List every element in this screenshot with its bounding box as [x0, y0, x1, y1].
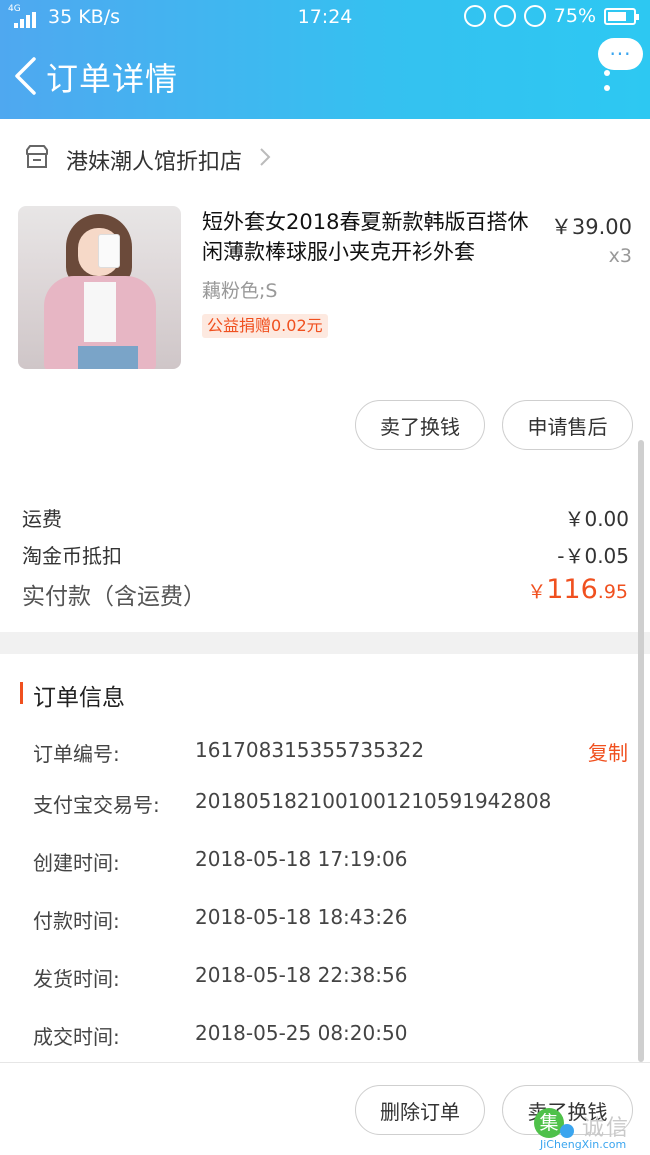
product-title[interactable]: 短外套女2018春夏新款韩版百搭休闲薄款棒球服小夹克开衫外套 [202, 207, 532, 267]
product-image[interactable] [18, 206, 181, 369]
overflow-dots-icon[interactable] [604, 70, 610, 96]
total-currency: ￥ [527, 581, 547, 603]
shipping-label: 运费 [22, 507, 62, 531]
completed-time-value: 2018-05-25 08:20:50 [195, 1021, 408, 1045]
order-number-label: 订单编号: [33, 742, 120, 766]
lock-icon [493, 5, 516, 27]
shipped-time-label: 发货时间: [33, 967, 120, 991]
created-time-value: 2018-05-18 17:19:06 [195, 847, 408, 871]
copy-button[interactable]: 复制 [588, 737, 628, 766]
watermark: 集 诚信 JiChengXin.com [532, 1106, 650, 1155]
coin-label: 淘金币抵扣 [22, 544, 122, 568]
sell-button[interactable]: 卖了换钱 [355, 400, 485, 450]
watermark-logo-icon: 集 [534, 1108, 574, 1138]
shop-row[interactable]: 港妹潮人馆折扣店 [0, 132, 650, 184]
created-time-label: 创建时间: [33, 851, 120, 875]
alipay-trade-value: 2018051821001001210591942808 [195, 789, 552, 813]
shop-name: 港妹潮人馆折扣店 [66, 150, 243, 175]
total-amount: ￥116.95 [527, 574, 628, 605]
alipay-trade-label: 支付宝交易号: [33, 793, 160, 817]
more-icon: ··· [609, 42, 632, 66]
watermark-url: JiChengXin.com [540, 1138, 627, 1151]
order-number-value: 161708315355735322 [195, 738, 425, 762]
delete-order-button[interactable]: 删除订单 [355, 1085, 485, 1135]
more-menu-button[interactable]: ··· [598, 38, 643, 70]
scrollbar[interactable] [638, 440, 644, 1062]
product-price: ￥39.00 [550, 215, 632, 239]
shipped-time-value: 2018-05-18 22:38:56 [195, 963, 408, 987]
charity-badge: 公益捐赠0.02元 [202, 314, 328, 338]
battery-icon [604, 7, 639, 25]
app-header: 4G 35 KB/s 17:24 75% 订单详情 ··· [0, 0, 650, 119]
completed-time-label: 成交时间: [33, 1025, 120, 1049]
total-decimal: .95 [597, 581, 628, 603]
product-sku: 藕粉色;S [202, 280, 278, 302]
section-accent-bar [20, 682, 23, 704]
battery-percent: 75% [553, 5, 596, 27]
total-integer: 116 [546, 574, 598, 605]
page-title: 订单详情 [46, 60, 179, 98]
coin-deduction-row: 淘金币抵扣 -￥0.05 [22, 540, 629, 569]
shipping-row: 运费 ￥0.00 [22, 503, 629, 532]
chevron-right-icon [260, 148, 271, 166]
paid-time-value: 2018-05-18 18:43:26 [195, 905, 408, 929]
store-icon [26, 145, 48, 168]
chevron-left-icon [15, 57, 36, 95]
after-sale-button[interactable]: 申请售后 [502, 400, 633, 450]
paid-time-label: 付款时间: [33, 909, 120, 933]
back-button[interactable] [12, 56, 40, 96]
section-divider [0, 632, 650, 654]
status-right: 75% [463, 5, 639, 27]
alarm-icon [523, 5, 546, 27]
coin-value: -￥0.05 [557, 544, 629, 568]
order-info-title: 订单信息 [33, 685, 125, 711]
total-label: 实付款（含运费） [22, 584, 206, 610]
rotation-lock-icon [463, 5, 486, 27]
shipping-value: ￥0.00 [564, 507, 629, 531]
product-quantity: x3 [608, 245, 632, 267]
status-bar: 4G 35 KB/s 17:24 75% [0, 0, 650, 34]
